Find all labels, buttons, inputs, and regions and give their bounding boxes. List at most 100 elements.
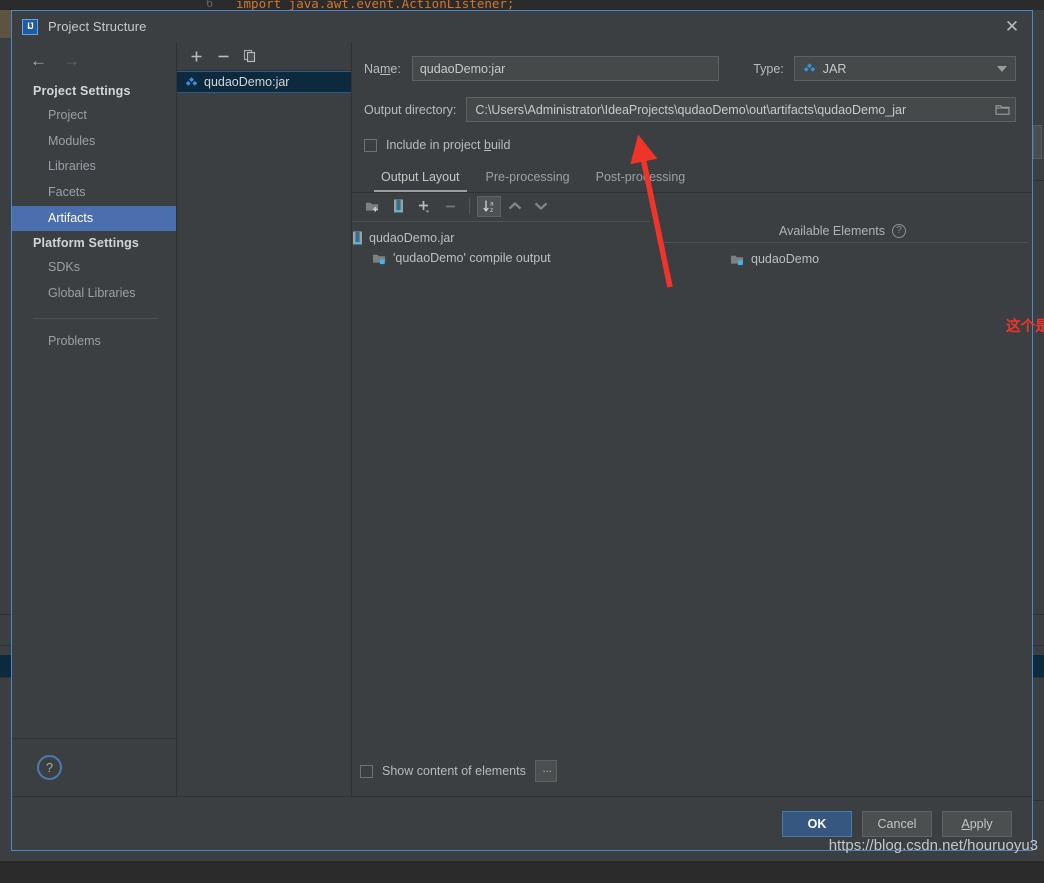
create-archive-button[interactable] bbox=[386, 196, 410, 217]
backdrop-divider bbox=[0, 645, 11, 646]
ok-button[interactable]: OK bbox=[782, 811, 852, 837]
sidebar-item-artifacts[interactable]: Artifacts bbox=[12, 206, 176, 232]
remove-artifact-button[interactable] bbox=[212, 45, 234, 67]
editor-code-strip: 6 import java.awt.event.ActionListener; bbox=[0, 0, 1044, 10]
help-icon[interactable]: ? bbox=[37, 755, 62, 780]
backdrop-divider bbox=[1033, 800, 1044, 801]
list-item[interactable]: qudaoDemo:jar bbox=[177, 71, 351, 93]
watermark: https://blog.csdn.net/houruoyu3 bbox=[829, 837, 1038, 854]
more-options-button[interactable]: ... bbox=[535, 760, 557, 782]
sort-az-icon: a z bbox=[482, 199, 497, 213]
forward-arrow-icon[interactable]: → bbox=[63, 52, 80, 69]
add-copy-of-button[interactable] bbox=[412, 196, 436, 217]
show-content-of-elements-label[interactable]: Show content of elements bbox=[382, 764, 526, 778]
available-elements-title: Available Elements bbox=[779, 224, 885, 238]
svg-text:z: z bbox=[490, 207, 493, 213]
include-in-project-build-checkbox[interactable] bbox=[364, 139, 377, 152]
sidebar-item-sdks[interactable]: SDKs bbox=[12, 255, 176, 281]
sidebar-group-platform-settings: Platform Settings bbox=[12, 231, 176, 255]
table-row[interactable]: 'qudaoDemo' compile output bbox=[352, 248, 656, 268]
available-elements-list: qudaoDemo bbox=[657, 243, 1032, 269]
artifact-name-input[interactable] bbox=[412, 56, 719, 81]
toolbar-separator bbox=[469, 198, 470, 214]
folder-browse-icon[interactable] bbox=[989, 98, 1015, 121]
help-icon[interactable]: ? bbox=[892, 224, 906, 238]
sidebar-divider bbox=[33, 318, 158, 319]
available-elements-header: Available Elements ? bbox=[657, 219, 1028, 243]
output-layout-tree-pane: qudaoDemo.jar 'qudaoDemo' compile output bbox=[352, 219, 656, 746]
tab-post-processing[interactable]: Post-processing bbox=[583, 166, 699, 192]
close-icon[interactable]: ✕ bbox=[1000, 15, 1024, 39]
sidebar-item-facets[interactable]: Facets bbox=[12, 180, 176, 206]
folder-icon bbox=[995, 103, 1010, 116]
sidebar-item-project[interactable]: Project bbox=[12, 103, 176, 129]
tree-node-label: 'qudaoDemo' compile output bbox=[393, 251, 551, 265]
sort-alphabetically-button[interactable]: a z bbox=[477, 196, 501, 217]
plus-icon bbox=[190, 50, 203, 63]
artifacts-toolbar bbox=[177, 42, 351, 71]
add-artifact-button[interactable] bbox=[185, 45, 207, 67]
jar-artifact-icon bbox=[185, 76, 198, 89]
settings-sidebar: ← → Project Settings Project Modules Lib… bbox=[12, 42, 177, 796]
artifact-type-select[interactable]: JAR bbox=[794, 56, 1016, 81]
dialog-titlebar: IJ Project Structure ✕ bbox=[12, 11, 1032, 42]
back-arrow-icon[interactable]: ← bbox=[30, 52, 47, 69]
apply-button[interactable]: Apply bbox=[942, 811, 1012, 837]
dialog-title: Project Structure bbox=[48, 19, 147, 34]
sidebar-item-libraries[interactable]: Libraries bbox=[12, 154, 176, 180]
layout-panes: qudaoDemo.jar 'qudaoDemo' compile output… bbox=[352, 219, 1032, 746]
editor-line-number: 6 bbox=[206, 0, 213, 10]
type-label: Type: bbox=[753, 62, 784, 76]
backdrop-divider bbox=[0, 614, 11, 615]
output-directory-field bbox=[466, 97, 1016, 122]
compile-output-icon bbox=[372, 252, 387, 265]
include-in-project-build-label[interactable]: Include in project build bbox=[386, 138, 510, 152]
backdrop-divider bbox=[1033, 677, 1044, 678]
move-up-button[interactable] bbox=[503, 196, 527, 217]
tab-pre-processing[interactable]: Pre-processing bbox=[473, 166, 583, 192]
artifact-name: qudaoDemo:jar bbox=[204, 75, 289, 89]
output-directory-row: Output directory: bbox=[364, 97, 1016, 122]
list-item[interactable]: qudaoDemo bbox=[657, 249, 1032, 269]
output-directory-input[interactable] bbox=[475, 103, 989, 117]
backdrop-divider bbox=[1033, 614, 1044, 615]
editor-code-line: import java.awt.event.ActionListener; bbox=[236, 0, 514, 10]
jar-artifact-icon bbox=[803, 62, 816, 75]
backdrop-divider bbox=[1033, 645, 1044, 646]
minus-icon bbox=[217, 50, 230, 63]
name-type-row: Name: Type: JAR bbox=[364, 56, 1016, 81]
archive-icon bbox=[352, 231, 363, 245]
output-directory-label: Output directory: bbox=[364, 103, 456, 117]
table-row[interactable]: qudaoDemo.jar bbox=[352, 228, 656, 248]
artifact-form: Name: Type: JAR Output bbox=[352, 42, 1032, 192]
output-layout-toolbar: a z bbox=[352, 192, 1032, 219]
copy-artifact-button[interactable] bbox=[239, 45, 261, 67]
move-down-button[interactable] bbox=[529, 196, 553, 217]
sidebar-item-problems[interactable]: Problems bbox=[12, 329, 176, 355]
remove-element-button[interactable] bbox=[438, 196, 462, 217]
copy-icon bbox=[243, 49, 257, 63]
arrow-down-icon bbox=[534, 201, 548, 211]
show-content-of-elements-checkbox[interactable] bbox=[360, 765, 373, 778]
sidebar-item-global-libraries[interactable]: Global Libraries bbox=[12, 281, 176, 307]
create-directory-button[interactable] bbox=[360, 196, 384, 217]
folder-add-icon bbox=[365, 200, 380, 213]
tree-node-label: qudaoDemo.jar bbox=[369, 231, 454, 245]
project-structure-dialog: IJ Project Structure ✕ ← → Project Setti… bbox=[11, 10, 1033, 851]
minus-icon bbox=[444, 200, 457, 213]
artifacts-panel: qudaoDemo:jar bbox=[177, 42, 352, 796]
help-row: ? bbox=[12, 739, 176, 796]
backdrop-left-highlight bbox=[0, 10, 11, 38]
sidebar-nav-arrows: ← → bbox=[12, 50, 176, 79]
sidebar-item-modules[interactable]: Modules bbox=[12, 129, 176, 155]
backdrop-divider bbox=[1033, 180, 1044, 181]
cancel-button[interactable]: Cancel bbox=[862, 811, 932, 837]
name-label: Name: bbox=[364, 62, 401, 76]
backdrop-right-chip bbox=[1033, 125, 1042, 159]
backdrop-selected-row bbox=[0, 655, 11, 677]
pane-divider bbox=[352, 221, 650, 222]
sidebar-group-project-settings: Project Settings bbox=[12, 79, 176, 103]
artifact-tabs: Output Layout Pre-processing Post-proces… bbox=[364, 166, 1016, 192]
chevron-down-icon bbox=[997, 66, 1007, 72]
tab-output-layout[interactable]: Output Layout bbox=[368, 166, 473, 192]
